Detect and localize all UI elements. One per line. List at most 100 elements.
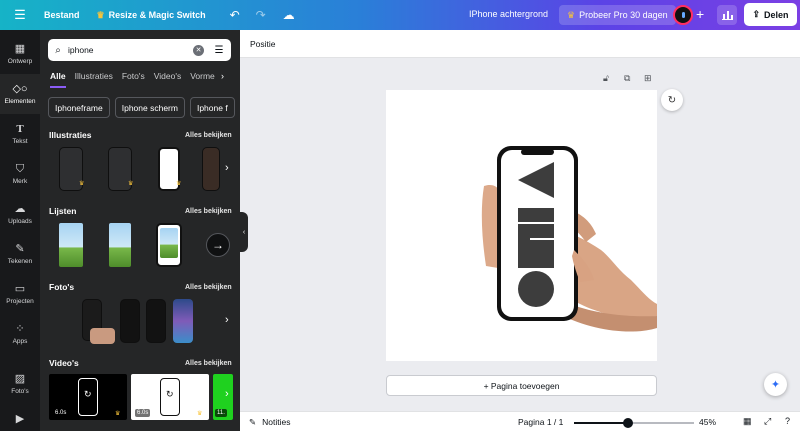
video-thumb[interactable]: ↻ 6.0s ♛	[131, 374, 209, 420]
tab-alle[interactable]: Alle	[50, 71, 66, 88]
photo-hand	[90, 328, 115, 344]
illustration-hand-phone-thumb[interactable]	[202, 147, 220, 191]
fullscreen-icon[interactable]: ⤢	[764, 416, 771, 427]
tab-illustraties[interactable]: Illustraties	[75, 71, 113, 88]
bar-chart-icon	[721, 11, 733, 20]
collapse-panel-handle[interactable]: ‹	[240, 212, 248, 252]
video-icon: ▶	[15, 413, 25, 425]
tab-videos[interactable]: Video's	[154, 71, 181, 88]
clear-search-icon[interactable]: ✕	[193, 44, 204, 56]
chevron-right-icon[interactable]: ›	[225, 388, 229, 400]
rail-item-apps[interactable]: ⁘ Apps	[0, 314, 40, 354]
replay-icon: ↻	[166, 389, 174, 399]
see-all-illustraties-link[interactable]: Alles bekijken	[185, 132, 232, 139]
video-duration: 6.0s	[53, 409, 69, 417]
video-thumb[interactable]: 11.	[213, 374, 233, 420]
crown-icon: ♛	[115, 411, 121, 417]
chip-iphoneframe[interactable]: Iphoneframe	[48, 97, 110, 118]
rail-item-projecten[interactable]: ▭ Projecten	[0, 274, 40, 314]
crown-icon: ♛	[96, 9, 105, 20]
grid-view-icon[interactable]: ▦	[743, 416, 752, 427]
video-thumb[interactable]: ↻ 6.0s ♛	[49, 374, 127, 420]
design-page[interactable]	[386, 90, 657, 361]
chevron-right-icon[interactable]: ›	[225, 314, 229, 326]
help-icon[interactable]: ?	[785, 416, 790, 426]
share-button[interactable]: ⇪ Delen	[744, 3, 797, 26]
chip-iphone-f[interactable]: Iphone f	[189, 97, 235, 118]
magic-sparkle-icon[interactable]: ✦	[764, 373, 787, 396]
crown-icon: ♛	[79, 181, 85, 187]
tab-fotos[interactable]: Foto's	[122, 71, 145, 88]
hand-holding-phone-image	[481, 146, 657, 332]
cloud-sync-icon[interactable]: ☁	[282, 8, 296, 22]
photo-phone-thumb[interactable]	[146, 299, 166, 343]
rail-label: Tekenen	[7, 258, 33, 265]
add-page-button[interactable]: + Pagina toevoegen	[386, 375, 657, 396]
search-input[interactable]: ⌕ iphone ✕ ☰	[48, 39, 231, 61]
avatar[interactable]	[673, 5, 693, 25]
duplicate-page-icon[interactable]: ⧉	[624, 73, 630, 84]
insights-button[interactable]	[717, 5, 737, 25]
notes-icon: ✎	[249, 417, 257, 427]
chevron-right-icon[interactable]: ›	[225, 162, 229, 174]
rail-item-elementen[interactable]: ◇○ Elementen	[0, 74, 40, 114]
position-button[interactable]: Positie	[250, 39, 276, 49]
section-title-illustraties: Illustraties	[49, 130, 92, 140]
rail-label: Tekst	[12, 138, 28, 145]
elements-shapes-icon: ◇○	[12, 83, 28, 95]
redo-icon[interactable]: ↷	[254, 8, 268, 22]
rail-item-ontwerp[interactable]: ▦ Ontwerp	[0, 34, 40, 74]
add-collaborator-icon[interactable]: +	[696, 6, 704, 22]
section-title-videos: Video's	[49, 358, 79, 368]
suggestion-chips: Iphoneframe Iphone scherm Iphone f	[48, 97, 235, 118]
chevron-right-icon[interactable]: ›	[221, 71, 224, 81]
regenerate-icon[interactable]: ↻	[661, 89, 683, 111]
zoom-slider-knob[interactable]	[623, 418, 633, 428]
see-all-lijsten-link[interactable]: Alles bekijken	[185, 208, 232, 215]
tab-vormen[interactable]: Vorme	[190, 71, 215, 88]
search-icon: ⌕	[55, 44, 61, 56]
video-duration: 6.0s	[135, 409, 151, 417]
frame-phone-thumb[interactable]	[109, 223, 131, 267]
rail-item-uploads[interactable]: ☁ Uploads	[0, 194, 40, 234]
frame-phone-thumb[interactable]	[59, 223, 83, 267]
chip-iphone-scherm[interactable]: Iphone scherm	[114, 97, 185, 118]
left-rail: ▦ Ontwerp ◇○ Elementen T Tekst ⛉ Merk ☁ …	[0, 30, 40, 431]
rail-item-tekenen[interactable]: ✎ Tekenen	[0, 234, 40, 274]
share-label: Delen	[764, 9, 789, 20]
file-menu-button[interactable]: Bestand	[44, 10, 80, 20]
replay-icon: ↻	[84, 389, 92, 399]
rail-item-fotos[interactable]: ▨ Foto's	[0, 364, 40, 404]
rail-item-video[interactable]: ▶	[0, 400, 40, 431]
bottom-bar: ✎ Notities Pagina 1 / 1 45% ▦ ⤢ ?	[240, 411, 800, 431]
notes-label: Notities	[262, 417, 291, 427]
resize-magic-switch-button[interactable]: ♛ Resize & Magic Switch	[97, 10, 206, 21]
arrow-right-icon[interactable]: →	[206, 233, 230, 257]
try-pro-label: Probeer Pro 30 dagen	[579, 10, 668, 20]
see-all-fotos-link[interactable]: Alles bekijken	[185, 284, 232, 291]
add-page-icon[interactable]: ⊞	[644, 73, 652, 84]
rail-item-merk[interactable]: ⛉ Merk	[0, 154, 40, 194]
try-pro-button[interactable]: ♛ Probeer Pro 30 dagen	[559, 5, 676, 25]
zoom-slider[interactable]	[574, 418, 694, 428]
rail-item-tekst[interactable]: T Tekst	[0, 114, 40, 154]
crown-icon: ♛	[197, 411, 203, 417]
zoom-level[interactable]: 45%	[699, 417, 716, 427]
page-indicator[interactable]: Pagina 1 / 1	[518, 417, 563, 427]
rail-label: Uploads	[8, 218, 32, 225]
lock-icon[interactable]: 🔓︎	[603, 73, 609, 84]
hamburger-menu-icon[interactable]: ☰	[0, 7, 40, 23]
photo-phone-thumb[interactable]	[120, 299, 140, 343]
brand-icon: ⛉	[15, 163, 25, 175]
document-title[interactable]: IPhone achtergrond	[469, 9, 548, 19]
see-all-videos-link[interactable]: Alles bekijken	[185, 360, 232, 367]
filter-sliders-icon[interactable]: ☰	[211, 45, 227, 56]
notes-button[interactable]: ✎ Notities	[249, 417, 290, 428]
search-value[interactable]: iphone	[68, 45, 193, 55]
crown-icon: ♛	[128, 181, 134, 187]
rail-label: Elementen	[4, 98, 36, 105]
photo-phone-colorful-thumb[interactable]	[173, 299, 193, 343]
frame-phone-thumb[interactable]	[156, 223, 182, 267]
context-toolbar: Positie	[240, 30, 800, 58]
undo-icon[interactable]: ↶	[228, 8, 242, 22]
